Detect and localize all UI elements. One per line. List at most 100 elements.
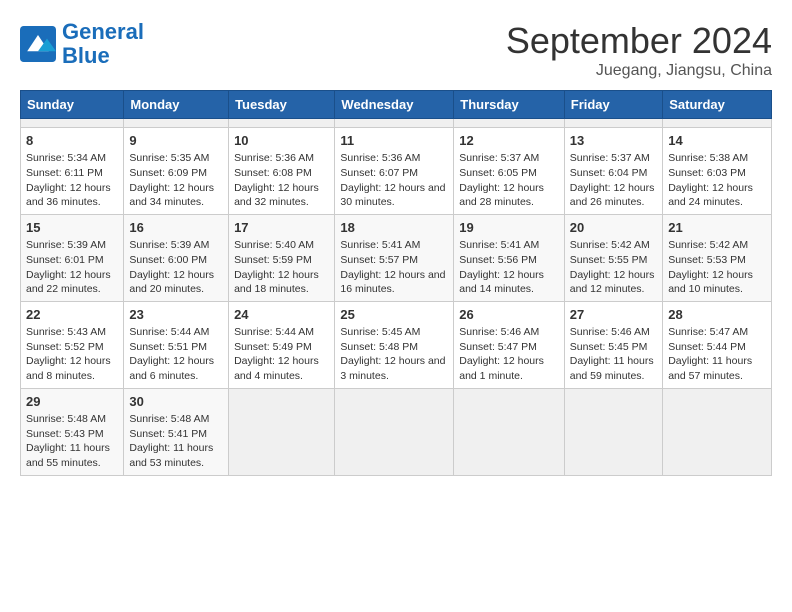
calendar-cell: 22Sunrise: 5:43 AMSunset: 5:52 PMDayligh… — [21, 301, 124, 388]
calendar-row: 22Sunrise: 5:43 AMSunset: 5:52 PMDayligh… — [21, 301, 772, 388]
title-block: September 2024 Juegang, Jiangsu, China — [506, 20, 772, 80]
day-info: Sunrise: 5:48 AMSunset: 5:43 PMDaylight:… — [26, 412, 118, 471]
calendar-cell — [335, 388, 454, 475]
calendar-cell: 28Sunrise: 5:47 AMSunset: 5:44 PMDayligh… — [663, 301, 772, 388]
day-number: 27 — [570, 306, 657, 324]
day-number: 30 — [129, 393, 223, 411]
calendar-cell — [663, 119, 772, 128]
header-thursday: Thursday — [454, 91, 565, 119]
day-number: 8 — [26, 132, 118, 150]
day-info: Sunrise: 5:36 AMSunset: 6:08 PMDaylight:… — [234, 151, 329, 210]
day-info: Sunrise: 5:37 AMSunset: 6:05 PMDaylight:… — [459, 151, 559, 210]
day-info: Sunrise: 5:42 AMSunset: 5:55 PMDaylight:… — [570, 238, 657, 297]
calendar-cell: 18Sunrise: 5:41 AMSunset: 5:57 PMDayligh… — [335, 214, 454, 301]
calendar-cell — [21, 119, 124, 128]
header-tuesday: Tuesday — [229, 91, 335, 119]
day-info: Sunrise: 5:37 AMSunset: 6:04 PMDaylight:… — [570, 151, 657, 210]
logo-line2: Blue — [62, 43, 110, 68]
day-info: Sunrise: 5:36 AMSunset: 6:07 PMDaylight:… — [340, 151, 448, 210]
day-info: Sunrise: 5:38 AMSunset: 6:03 PMDaylight:… — [668, 151, 766, 210]
day-number: 23 — [129, 306, 223, 324]
day-number: 20 — [570, 219, 657, 237]
day-number: 28 — [668, 306, 766, 324]
logo-text: General Blue — [62, 20, 144, 68]
calendar-cell: 24Sunrise: 5:44 AMSunset: 5:49 PMDayligh… — [229, 301, 335, 388]
calendar-cell — [564, 388, 662, 475]
day-info: Sunrise: 5:47 AMSunset: 5:44 PMDaylight:… — [668, 325, 766, 384]
calendar-cell — [229, 388, 335, 475]
day-info: Sunrise: 5:39 AMSunset: 6:00 PMDaylight:… — [129, 238, 223, 297]
day-info: Sunrise: 5:44 AMSunset: 5:49 PMDaylight:… — [234, 325, 329, 384]
calendar-cell: 21Sunrise: 5:42 AMSunset: 5:53 PMDayligh… — [663, 214, 772, 301]
calendar-table: SundayMondayTuesdayWednesdayThursdayFrid… — [20, 90, 772, 476]
calendar-cell: 30Sunrise: 5:48 AMSunset: 5:41 PMDayligh… — [124, 388, 229, 475]
calendar-cell: 16Sunrise: 5:39 AMSunset: 6:00 PMDayligh… — [124, 214, 229, 301]
calendar-cell: 10Sunrise: 5:36 AMSunset: 6:08 PMDayligh… — [229, 128, 335, 215]
day-number: 19 — [459, 219, 559, 237]
day-info: Sunrise: 5:46 AMSunset: 5:45 PMDaylight:… — [570, 325, 657, 384]
logo-icon — [20, 26, 56, 62]
calendar-row: 29Sunrise: 5:48 AMSunset: 5:43 PMDayligh… — [21, 388, 772, 475]
calendar-cell: 11Sunrise: 5:36 AMSunset: 6:07 PMDayligh… — [335, 128, 454, 215]
header-sunday: Sunday — [21, 91, 124, 119]
day-number: 14 — [668, 132, 766, 150]
day-info: Sunrise: 5:44 AMSunset: 5:51 PMDaylight:… — [129, 325, 223, 384]
day-number: 13 — [570, 132, 657, 150]
calendar-row — [21, 119, 772, 128]
calendar-cell — [335, 119, 454, 128]
logo-line1: General — [62, 19, 144, 44]
calendar-cell: 23Sunrise: 5:44 AMSunset: 5:51 PMDayligh… — [124, 301, 229, 388]
header-row: SundayMondayTuesdayWednesdayThursdayFrid… — [21, 91, 772, 119]
day-number: 22 — [26, 306, 118, 324]
day-info: Sunrise: 5:42 AMSunset: 5:53 PMDaylight:… — [668, 238, 766, 297]
logo: General Blue — [20, 20, 144, 68]
day-number: 9 — [129, 132, 223, 150]
day-number: 17 — [234, 219, 329, 237]
day-info: Sunrise: 5:48 AMSunset: 5:41 PMDaylight:… — [129, 412, 223, 471]
calendar-cell: 15Sunrise: 5:39 AMSunset: 6:01 PMDayligh… — [21, 214, 124, 301]
day-number: 18 — [340, 219, 448, 237]
day-number: 21 — [668, 219, 766, 237]
calendar-cell — [663, 388, 772, 475]
day-number: 25 — [340, 306, 448, 324]
page-header: General Blue September 2024 Juegang, Jia… — [20, 20, 772, 80]
day-number: 15 — [26, 219, 118, 237]
calendar-row: 15Sunrise: 5:39 AMSunset: 6:01 PMDayligh… — [21, 214, 772, 301]
calendar-cell — [124, 119, 229, 128]
day-info: Sunrise: 5:35 AMSunset: 6:09 PMDaylight:… — [129, 151, 223, 210]
calendar-cell — [454, 119, 565, 128]
location: Juegang, Jiangsu, China — [506, 62, 772, 80]
day-info: Sunrise: 5:46 AMSunset: 5:47 PMDaylight:… — [459, 325, 559, 384]
day-number: 29 — [26, 393, 118, 411]
day-number: 11 — [340, 132, 448, 150]
header-friday: Friday — [564, 91, 662, 119]
day-number: 26 — [459, 306, 559, 324]
day-info: Sunrise: 5:45 AMSunset: 5:48 PMDaylight:… — [340, 325, 448, 384]
calendar-row: 8Sunrise: 5:34 AMSunset: 6:11 PMDaylight… — [21, 128, 772, 215]
header-monday: Monday — [124, 91, 229, 119]
calendar-cell: 8Sunrise: 5:34 AMSunset: 6:11 PMDaylight… — [21, 128, 124, 215]
calendar-cell: 12Sunrise: 5:37 AMSunset: 6:05 PMDayligh… — [454, 128, 565, 215]
calendar-cell — [229, 119, 335, 128]
month-title: September 2024 — [506, 20, 772, 62]
header-saturday: Saturday — [663, 91, 772, 119]
calendar-cell: 9Sunrise: 5:35 AMSunset: 6:09 PMDaylight… — [124, 128, 229, 215]
calendar-cell: 13Sunrise: 5:37 AMSunset: 6:04 PMDayligh… — [564, 128, 662, 215]
calendar-cell — [564, 119, 662, 128]
calendar-cell: 25Sunrise: 5:45 AMSunset: 5:48 PMDayligh… — [335, 301, 454, 388]
day-number: 16 — [129, 219, 223, 237]
calendar-cell: 27Sunrise: 5:46 AMSunset: 5:45 PMDayligh… — [564, 301, 662, 388]
day-info: Sunrise: 5:41 AMSunset: 5:56 PMDaylight:… — [459, 238, 559, 297]
header-wednesday: Wednesday — [335, 91, 454, 119]
calendar-cell: 17Sunrise: 5:40 AMSunset: 5:59 PMDayligh… — [229, 214, 335, 301]
calendar-cell: 29Sunrise: 5:48 AMSunset: 5:43 PMDayligh… — [21, 388, 124, 475]
day-number: 24 — [234, 306, 329, 324]
calendar-cell: 26Sunrise: 5:46 AMSunset: 5:47 PMDayligh… — [454, 301, 565, 388]
day-number: 10 — [234, 132, 329, 150]
calendar-cell: 14Sunrise: 5:38 AMSunset: 6:03 PMDayligh… — [663, 128, 772, 215]
calendar-cell: 19Sunrise: 5:41 AMSunset: 5:56 PMDayligh… — [454, 214, 565, 301]
day-number: 12 — [459, 132, 559, 150]
day-info: Sunrise: 5:40 AMSunset: 5:59 PMDaylight:… — [234, 238, 329, 297]
calendar-cell — [454, 388, 565, 475]
day-info: Sunrise: 5:39 AMSunset: 6:01 PMDaylight:… — [26, 238, 118, 297]
